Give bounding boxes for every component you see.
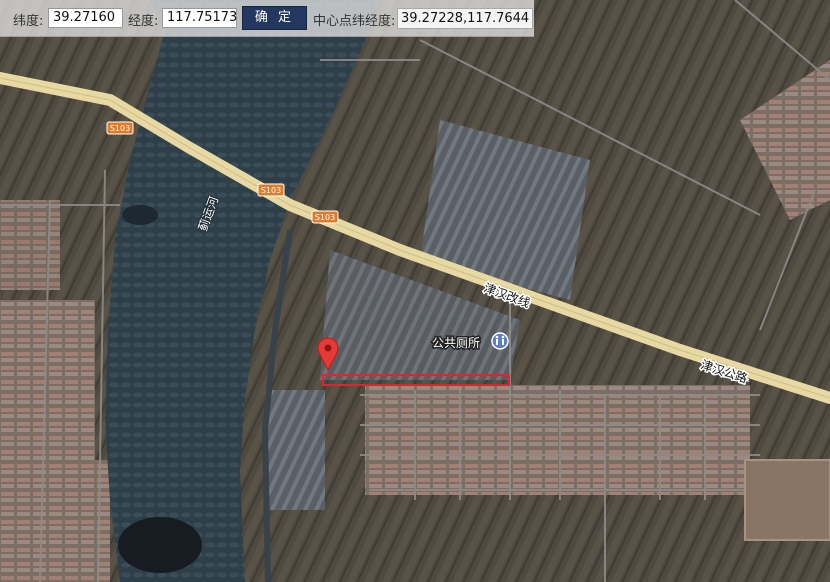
pond <box>122 205 158 225</box>
latitude-label: 纬度: <box>13 14 44 29</box>
road-badge: S103 <box>311 210 339 224</box>
toilet-icon[interactable] <box>491 332 509 350</box>
coordinate-toolbar: 纬度: 39.27160 经度: 117.75173 确 定 中心点纬经度: 3… <box>0 0 534 37</box>
road-badge: S103 <box>257 183 285 197</box>
village-area <box>0 200 60 290</box>
road-badge-label: S103 <box>110 124 130 133</box>
pond <box>118 517 202 573</box>
road-badge-label: S103 <box>261 186 281 195</box>
village-area <box>365 385 750 495</box>
greenhouse-area <box>265 390 325 510</box>
center-coordinates-label: 中心点纬经度: <box>313 14 396 29</box>
center-coordinates-value: 39.27228,117.7644 <box>397 8 534 29</box>
sports-field <box>744 459 830 541</box>
satellite-map[interactable]: S103 S103 S103 津汉改线 津汉公路 蓟运河 公共厕所 <box>0 0 830 582</box>
confirm-button[interactable]: 确 定 <box>242 6 307 30</box>
longitude-input[interactable]: 117.75173 <box>162 8 237 28</box>
latitude-input[interactable]: 39.27160 <box>48 8 123 28</box>
village-area <box>0 460 110 582</box>
longitude-label: 经度: <box>128 14 159 29</box>
road-badge-label: S103 <box>315 213 335 222</box>
poi-label[interactable]: 公共厕所 <box>431 335 482 352</box>
road-badge: S103 <box>106 121 134 135</box>
